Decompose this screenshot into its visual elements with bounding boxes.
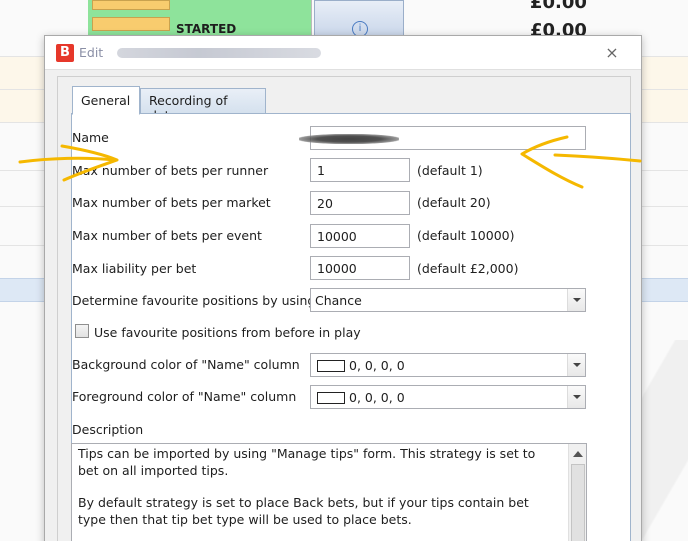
dialog-title: Edit <box>79 45 104 60</box>
description-scrollbar[interactable] <box>568 444 586 541</box>
description-label: Description <box>72 422 144 437</box>
app-logo-icon: B <box>56 44 74 62</box>
use-fav-before-inplay-label[interactable]: Use favourite positions from before in p… <box>94 325 361 340</box>
description-text: Tips can be imported by using "Manage ti… <box>78 446 558 541</box>
background-runner-cell: STARTED <box>88 0 312 38</box>
background-yellow-chip <box>92 17 170 31</box>
dialog-titlebar[interactable]: B Edit ⨯ <box>45 36 641 70</box>
redacted-name <box>299 134 399 144</box>
max-liability-input[interactable]: 10000 <box>310 256 410 280</box>
max-bets-runner-hint: (default 1) <box>417 163 483 178</box>
edit-strategy-dialog: B Edit ⨯ General Recording of data Name … <box>44 35 642 541</box>
max-bets-event-label: Max number of bets per event <box>72 228 262 243</box>
max-bets-event-hint: (default 10000) <box>417 228 515 243</box>
tab-general[interactable]: General <box>72 86 140 115</box>
color-swatch <box>317 392 345 404</box>
max-bets-runner-label: Max number of bets per runner <box>72 163 269 178</box>
max-bets-market-input[interactable]: 20 <box>310 191 410 215</box>
description-paragraph: By default strategy is set to place Back… <box>78 495 529 527</box>
bg-color-label: Background color of "Name" column <box>72 357 300 372</box>
description-textarea[interactable]: Tips can be imported by using "Manage ti… <box>71 443 587 541</box>
color-swatch <box>317 360 345 372</box>
bg-color-value: 0, 0, 0, 0 <box>349 358 405 373</box>
background-status-text: STARTED <box>176 22 237 36</box>
scroll-up-icon[interactable] <box>573 451 583 457</box>
description-paragraph: Tips can be imported by using "Manage ti… <box>78 446 536 478</box>
use-fav-before-inplay-checkbox[interactable] <box>75 324 89 338</box>
fg-color-value: 0, 0, 0, 0 <box>349 390 405 405</box>
background-action-button[interactable]: i <box>314 0 404 38</box>
fg-color-label: Foreground color of "Name" column <box>72 389 297 404</box>
fg-color-select[interactable]: 0, 0, 0, 0 <box>310 385 586 409</box>
max-bets-runner-input[interactable]: 1 <box>310 158 410 182</box>
background-price: £0.00 <box>530 0 587 13</box>
chevron-down-icon[interactable] <box>567 386 585 408</box>
background-yellow-chip <box>92 0 170 10</box>
max-liability-label: Max liability per bet <box>72 261 197 276</box>
scroll-thumb[interactable] <box>571 464 585 541</box>
tab-recording-of-data[interactable]: Recording of data <box>140 88 266 123</box>
redacted-title <box>117 48 321 58</box>
chevron-down-icon[interactable] <box>567 289 585 311</box>
fav-positions-label: Determine favourite positions by using <box>72 293 316 308</box>
max-bets-market-hint: (default 20) <box>417 195 491 210</box>
fav-positions-value: Chance <box>315 293 362 308</box>
max-liability-hint: (default £2,000) <box>417 261 519 276</box>
max-bets-event-input[interactable]: 10000 <box>310 224 410 248</box>
name-label: Name <box>72 130 109 145</box>
fav-positions-select[interactable]: Chance <box>310 288 586 312</box>
bg-color-select[interactable]: 0, 0, 0, 0 <box>310 353 586 377</box>
close-button[interactable]: ⨯ <box>601 43 623 63</box>
max-bets-market-label: Max number of bets per market <box>72 195 271 210</box>
chevron-down-icon[interactable] <box>567 354 585 376</box>
